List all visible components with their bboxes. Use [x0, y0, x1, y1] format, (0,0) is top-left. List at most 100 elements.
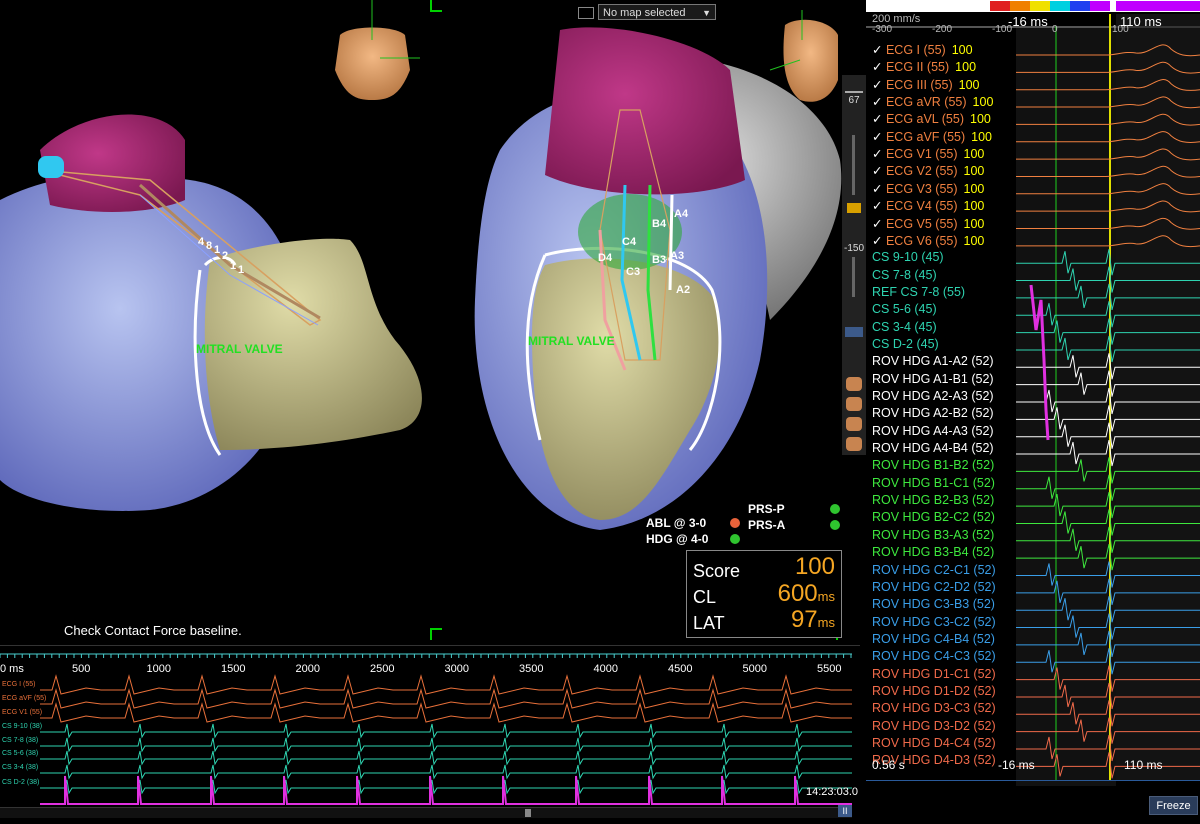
- channel-row[interactable]: CS 3-4 (45): [872, 320, 937, 337]
- channel-row[interactable]: ✓ ECG V2 (55) 100: [872, 163, 984, 180]
- channel-row[interactable]: CS 7-8 (45): [872, 268, 937, 285]
- channel-row[interactable]: ✓ ECG aVL (55) 100: [872, 111, 991, 128]
- channel-label: ROV HDG D3-D2 (52): [872, 718, 996, 733]
- pause-icon[interactable]: II: [838, 805, 852, 817]
- channel-row[interactable]: ROV HDG B3-B4 (52): [872, 545, 994, 562]
- channel-row[interactable]: ROV HDG D3-C3 (52): [872, 701, 996, 718]
- channel-row[interactable]: CS 5-6 (45): [872, 302, 937, 319]
- check-icon[interactable]: ✓: [872, 147, 886, 161]
- channel-row[interactable]: ROV HDG A4-B4 (52): [872, 441, 994, 458]
- map-viewport[interactable]: MITRAL VALVE MITRAL VALVE 481211 C4 B4 A4 D…: [0, 0, 842, 645]
- check-icon[interactable]: ✓: [872, 182, 886, 196]
- channel-row[interactable]: ROV HDG A2-A3 (52): [872, 389, 994, 406]
- axis-label: 500: [72, 663, 91, 675]
- bottom-trace: [40, 723, 852, 739]
- torso-icon[interactable]: [846, 417, 862, 431]
- channel-row[interactable]: ROV HDG C4-B4 (52): [872, 632, 995, 649]
- channel-row[interactable]: ✓ ECG aVR (55) 100: [872, 94, 993, 111]
- arrow-icon[interactable]: [845, 327, 863, 337]
- map-select-label: No map selected: [603, 7, 686, 19]
- channel-row[interactable]: ROV HDG D4-C4 (52): [872, 736, 996, 753]
- torso-icon[interactable]: [846, 377, 862, 391]
- channel-row[interactable]: ROV HDG B2-C2 (52): [872, 510, 995, 527]
- mitral-valve-label-left: MITRAL VALVE: [196, 342, 283, 356]
- mountain-icon[interactable]: [845, 79, 863, 93]
- channel-row[interactable]: ✓ ECG V3 (55) 100: [872, 181, 984, 198]
- frame-corner: [430, 628, 442, 640]
- check-icon[interactable]: ✓: [872, 112, 886, 126]
- signal-panel[interactable]: 200 mm/s -300 -200 -100 0 100 -16 ms 110 ms …: [866, 0, 1200, 818]
- torso-icon[interactable]: [846, 437, 862, 451]
- channel-row[interactable]: ✓ ECG aVF (55) 100: [872, 129, 992, 146]
- channel-row[interactable]: ROV HDG D3-D2 (52): [872, 719, 996, 736]
- lock-icon[interactable]: [847, 203, 861, 213]
- channel-row[interactable]: ROV HDG A4-A3 (52): [872, 424, 994, 441]
- cl-value: 600: [777, 580, 818, 607]
- bottom-signal-strip[interactable]: 0 ms 500 1000 1500 2000 2500 3000 3500 4000 4500 5…: [0, 645, 860, 819]
- channel-row[interactable]: ROV HDG A2-B2 (52): [872, 406, 994, 423]
- channel-row[interactable]: ROV HDG C3-B3 (52): [872, 597, 995, 614]
- catheter-label: PRS-A: [748, 518, 840, 532]
- channel-row[interactable]: ROV HDG B3-A3 (52): [872, 528, 994, 545]
- scroll-thumb[interactable]: [525, 809, 531, 817]
- channel-row[interactable]: ✓ ECG V1 (55) 100: [872, 146, 984, 163]
- channel-row[interactable]: ✓ ECG V6 (55) 100: [872, 233, 984, 250]
- channel-row[interactable]: ROV HDG D1-C1 (52): [872, 667, 996, 684]
- electrode-label: C3: [626, 266, 641, 278]
- depth-slider[interactable]: [852, 257, 855, 297]
- cursor-left: -16 ms: [1008, 14, 1048, 29]
- channel-row[interactable]: ROV HDG C3-C2 (52): [872, 615, 996, 632]
- electrode-label: B4: [652, 218, 667, 230]
- channel-row[interactable]: ROV HDG C2-D2 (52): [872, 580, 996, 597]
- color-swatch: [990, 1, 1010, 11]
- channel-row[interactable]: REF CS 7-8 (55): [872, 285, 965, 302]
- check-icon[interactable]: ✓: [872, 234, 886, 248]
- bottom-trace: [40, 764, 852, 780]
- bottom-trace: [40, 779, 852, 795]
- channel-label: CS D-2 (45): [872, 336, 939, 351]
- check-icon[interactable]: ✓: [872, 43, 886, 57]
- check-icon[interactable]: ✓: [872, 130, 886, 144]
- map-select-dropdown[interactable]: No map selected ▼: [598, 4, 716, 20]
- channel-row[interactable]: ROV HDG B1-B2 (52): [872, 458, 994, 475]
- electrode-label: 8: [206, 240, 213, 252]
- channel-row[interactable]: ROV HDG A1-A2 (52): [872, 354, 994, 371]
- bottom-scrollbar[interactable]: [0, 807, 852, 818]
- map-list-icon[interactable]: [578, 7, 594, 19]
- channel-row[interactable]: ✓ ECG I (55) 100: [872, 42, 973, 59]
- channel-row[interactable]: CS D-2 (45): [872, 337, 939, 354]
- panel-scrollbar[interactable]: [866, 780, 1200, 789]
- torso-icon[interactable]: [846, 397, 862, 411]
- check-icon[interactable]: ✓: [872, 95, 886, 109]
- channel-label: ROV HDG D1-C1 (52): [872, 666, 996, 681]
- channel-row[interactable]: ✓ ECG V4 (55) 100: [872, 198, 984, 215]
- channel-row[interactable]: ✓ ECG V5 (55) 100: [872, 216, 984, 233]
- channel-row[interactable]: ROV HDG B2-B3 (52): [872, 493, 994, 510]
- check-icon[interactable]: ✓: [872, 78, 886, 92]
- channel-row[interactable]: CS 9-10 (45): [872, 250, 944, 267]
- check-icon[interactable]: ✓: [872, 199, 886, 213]
- channel-label: ECG V1 (55): [885, 147, 958, 162]
- channel-row[interactable]: ROV HDG D1-D2 (52): [872, 684, 996, 701]
- channel-row[interactable]: ROV HDG B1-C1 (52): [872, 476, 995, 493]
- channel-label: ECG V6 (55): [885, 233, 958, 248]
- mitral-valve-label-right: MITRAL VALVE: [528, 334, 615, 348]
- channel-label: ROV HDG B1-B2 (52): [872, 458, 995, 473]
- check-icon[interactable]: ✓: [872, 217, 886, 231]
- channel-gain: 100: [951, 43, 973, 57]
- axis-label: 3500: [519, 663, 544, 675]
- channel-row[interactable]: ROV HDG C4-C3 (52): [872, 649, 996, 666]
- axis-label: 4500: [668, 663, 693, 675]
- channel-row[interactable]: ROV HDG A1-B1 (52): [872, 372, 994, 389]
- check-icon[interactable]: ✓: [872, 164, 886, 178]
- freeze-button[interactable]: Freeze: [1149, 796, 1198, 815]
- electrode-label: 1: [238, 264, 245, 276]
- status-dot-icon: [730, 518, 740, 528]
- zoom-slider[interactable]: [852, 135, 855, 195]
- check-icon[interactable]: ✓: [872, 60, 886, 74]
- channel-label: ROV HDG D3-C3 (52): [872, 701, 996, 716]
- channel-row[interactable]: ✓ ECG III (55) 100: [872, 77, 980, 94]
- channel-row[interactable]: ROV HDG C2-C1 (52): [872, 563, 996, 580]
- electrode-label: 1: [214, 244, 221, 256]
- channel-row[interactable]: ✓ ECG II (55) 100: [872, 59, 976, 76]
